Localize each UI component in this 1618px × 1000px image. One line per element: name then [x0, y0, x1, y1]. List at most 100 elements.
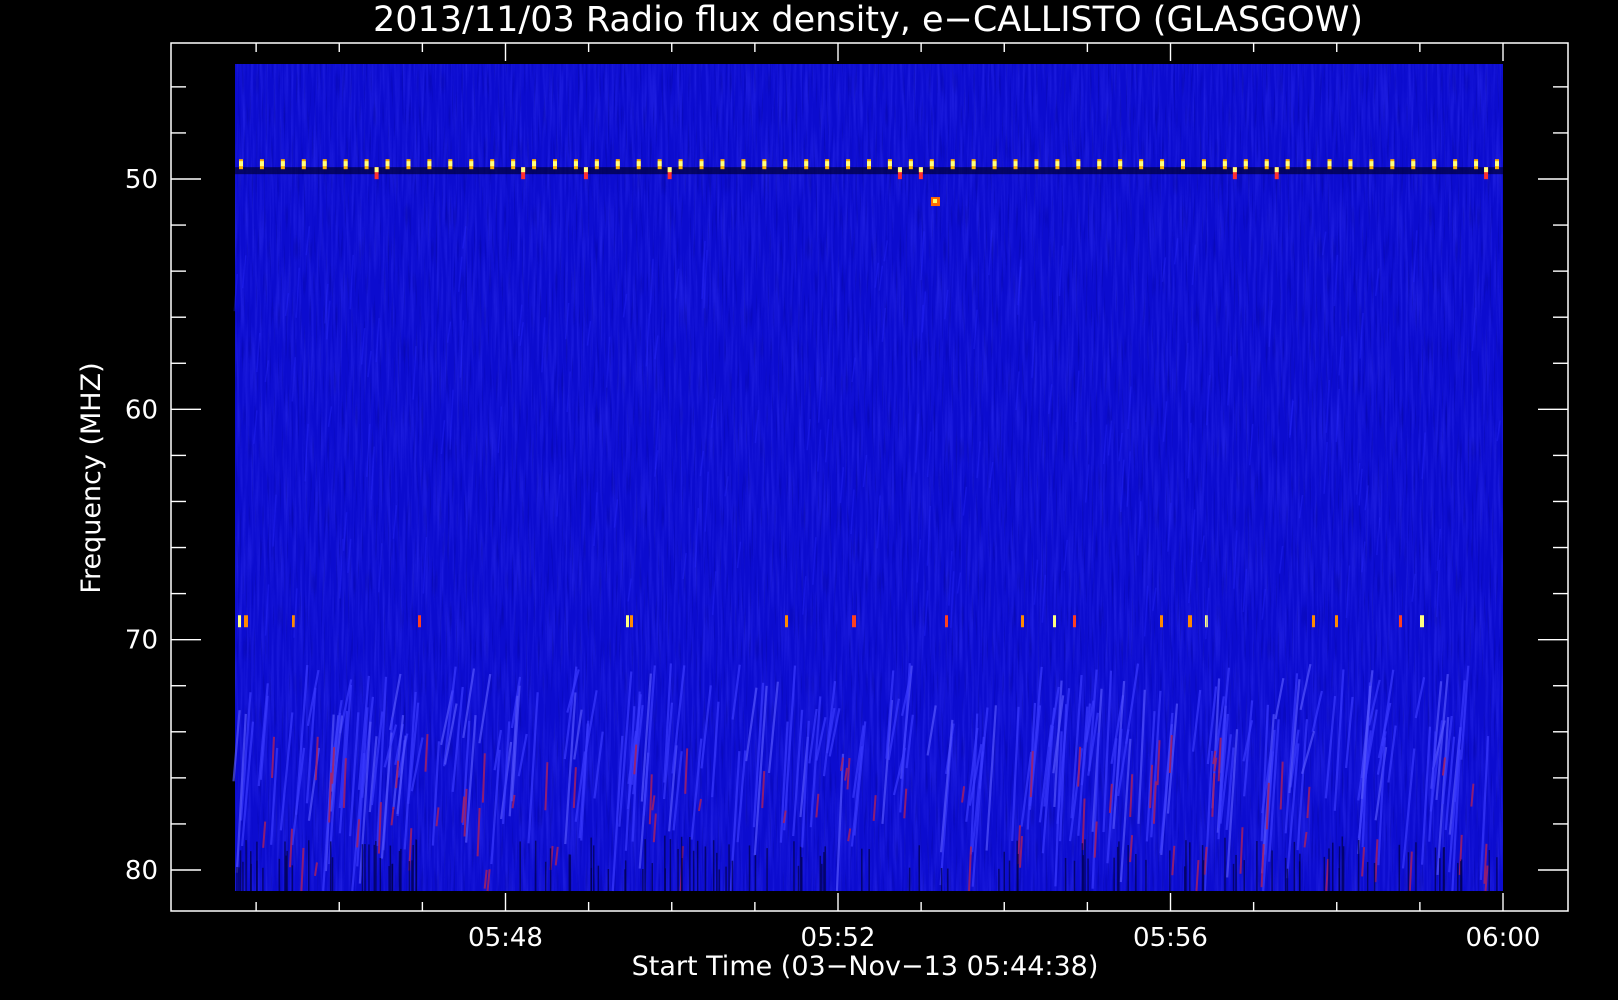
interference-dash-core: [553, 161, 557, 167]
interference-dash-core: [1348, 161, 1353, 167]
x-tick-label: 06:00: [1466, 923, 1541, 953]
interference-dash-core: [825, 161, 830, 167]
interference-dash-core: [427, 161, 432, 167]
x-tick-label: 05:56: [1133, 923, 1208, 953]
interference-dash-core: [887, 161, 892, 167]
interference-dash-core: [846, 161, 851, 167]
interference-dash-core: [867, 161, 871, 167]
interference-dash-core: [322, 161, 327, 167]
interference-dash-core: [1390, 161, 1395, 167]
y-tick-label: 50: [125, 165, 158, 195]
interference-dash-core: [594, 161, 599, 167]
interference-dash-core: [1201, 161, 1206, 167]
interference-dash-lower-core: [583, 167, 588, 173]
interference-dash-core: [469, 161, 474, 167]
signal-69mhz: [630, 615, 633, 628]
interference-dash-lower-core: [918, 167, 923, 173]
signal-69mhz: [1073, 615, 1076, 628]
signal-69mhz: [1312, 615, 1315, 628]
interference-dash-core: [448, 161, 453, 167]
interference-dash-core: [573, 161, 578, 167]
interference-dash-lower-core: [897, 167, 902, 173]
interference-dash-core: [908, 161, 913, 167]
interference-dash-core: [1369, 161, 1374, 167]
interference-dash-core: [1432, 161, 1437, 167]
interference-dash-core: [406, 161, 411, 167]
interference-dash-core: [1264, 161, 1269, 167]
interference-dash-core: [971, 161, 976, 167]
signal-69mhz: [238, 615, 241, 628]
signal-69mhz: [852, 615, 856, 628]
interference-dash-core: [511, 161, 516, 167]
interference-dash-core: [490, 161, 495, 167]
interference-dash-core: [992, 161, 997, 167]
interference-dash-core: [364, 161, 369, 167]
interference-dash-core: [1327, 161, 1332, 167]
interference-dash-core: [1139, 161, 1144, 167]
interference-dash-core: [1013, 161, 1018, 167]
signal-69mhz: [945, 615, 948, 628]
chart-title: 2013/11/03 Radio flux density, e−CALLIST…: [373, 0, 1363, 40]
interference-dash-lower-core: [521, 167, 526, 173]
signal-69mhz: [1420, 615, 1424, 628]
interference-dash-core: [1243, 161, 1248, 167]
interference-dash-core: [1118, 161, 1123, 167]
bright-spot-core: [932, 199, 937, 204]
interference-dash-core: [259, 161, 264, 167]
interference-dash-core: [699, 161, 704, 167]
interference-dash-core: [532, 161, 537, 167]
interference-dash-core: [1453, 161, 1458, 167]
signal-69mhz: [244, 615, 248, 628]
interference-dash-lower-core: [1232, 167, 1237, 173]
interference-dash-core: [720, 161, 725, 167]
interference-dash-core: [1097, 161, 1102, 167]
interference-dash-lower-core: [1274, 167, 1279, 173]
y-tick-label: 60: [125, 395, 158, 425]
interference-dash-core: [762, 161, 767, 167]
interference-dash-core: [636, 161, 641, 167]
interference-dash-core: [804, 161, 809, 167]
interference-dash-core: [1222, 161, 1227, 167]
spectrogram-chart: 05:48 05:52 05:56 06:00 50 60 70 80 2013/11/03 …: [76, 0, 1569, 982]
interference-dash-core: [783, 161, 788, 167]
interference-dash-core: [343, 161, 348, 167]
interference-dash-core: [741, 161, 746, 167]
interference-dash-core: [1076, 161, 1081, 167]
interference-dash-core: [678, 161, 683, 167]
interference-dash-core: [929, 161, 934, 167]
interference-dash-core: [1411, 161, 1416, 167]
interference-dash-core: [280, 161, 285, 167]
signal-69mhz: [626, 615, 629, 628]
interference-dash-core: [1055, 161, 1060, 167]
y-tick-label: 80: [125, 856, 158, 886]
interference-dash-core: [1474, 161, 1479, 167]
interference-dash-lower-core: [667, 167, 672, 173]
interference-dash-core: [1495, 161, 1499, 167]
signal-69mhz: [1399, 615, 1402, 628]
interference-dash-core: [1181, 161, 1185, 167]
signal-69mhz: [785, 615, 788, 628]
spectrogram-image: [232, 64, 1503, 892]
interference-dash-core: [1160, 161, 1165, 167]
signal-69mhz: [418, 615, 421, 628]
interference-dash-core: [657, 161, 662, 167]
signal-69mhz: [1335, 615, 1338, 628]
x-tick-label: 05:52: [801, 923, 876, 953]
interference-dash-core: [239, 161, 243, 167]
x-axis-label: Start Time (03−Nov−13 05:44:38): [632, 951, 1099, 982]
interference-dash-core: [1034, 161, 1039, 167]
signal-69mhz: [1021, 615, 1024, 628]
x-tick-label: 05:48: [468, 923, 543, 953]
interference-dash-core: [385, 161, 390, 167]
interference-dash-lower-core: [374, 167, 379, 173]
interference-dash-core: [1285, 161, 1290, 167]
interference-dash-core: [1306, 161, 1311, 167]
interference-dash-core: [950, 161, 955, 167]
signal-69mhz: [1188, 615, 1192, 628]
signal-69mhz: [1053, 615, 1056, 628]
interference-dash-core: [301, 161, 306, 167]
interference-dash-lower-core: [1484, 167, 1489, 173]
y-axis-label: Frequency (MHZ): [76, 362, 107, 593]
signal-69mhz: [1160, 615, 1163, 628]
interference-dash-core: [615, 161, 620, 167]
